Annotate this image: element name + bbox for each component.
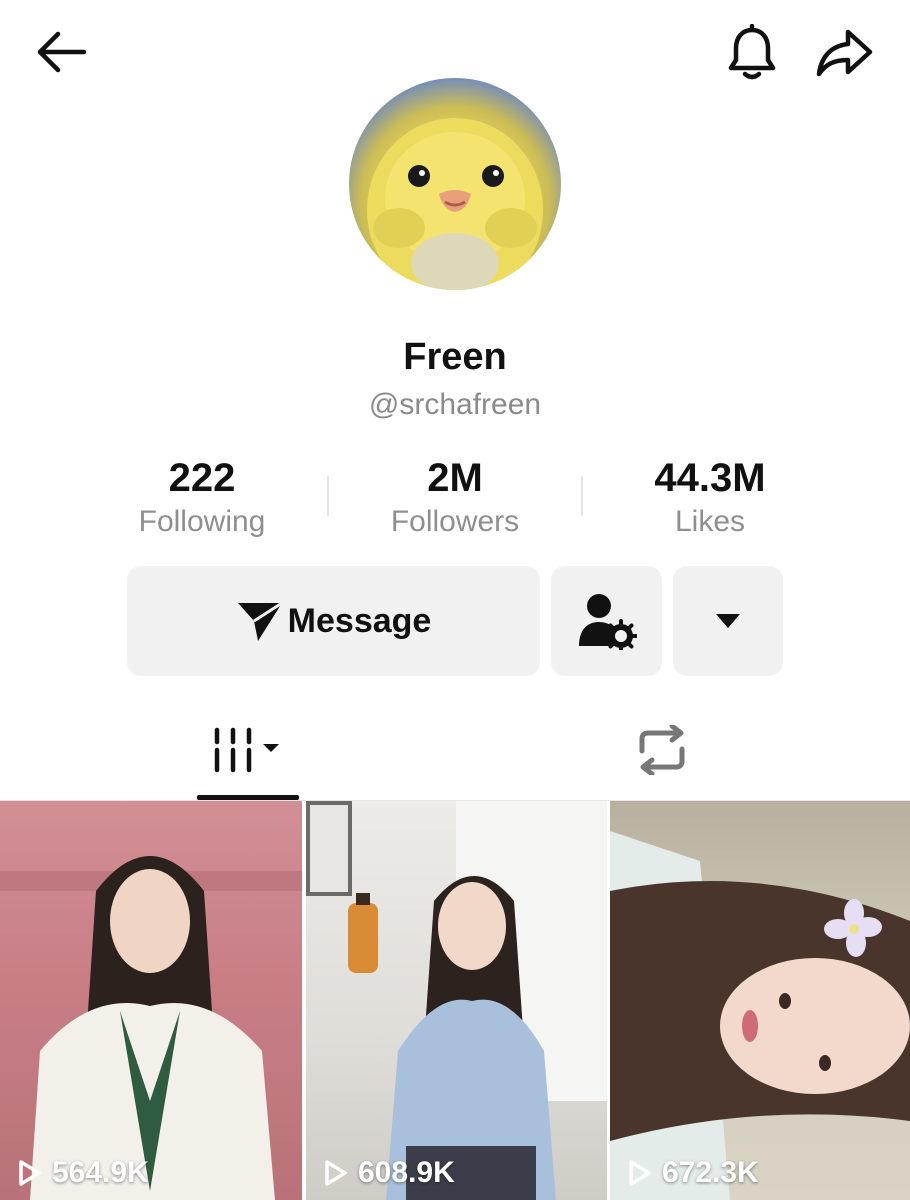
profile-handle: @srchafreen <box>368 388 542 421</box>
message-button-label: Message <box>287 601 432 640</box>
video-thumbnail[interactable]: 608.9K <box>306 801 607 1200</box>
profile-page: Freen @srchafreen 222 Following 2M Follo… <box>0 0 910 1200</box>
view-count: 608.9K <box>324 1156 455 1190</box>
video-thumbnail-image <box>0 856 302 1200</box>
avatar[interactable] <box>349 78 561 290</box>
play-outline-icon <box>629 1160 651 1186</box>
arrow-left-icon <box>37 31 87 73</box>
video-thumbnail[interactable]: 672.3K <box>610 801 910 1200</box>
view-count-text: 564.9K <box>52 1156 149 1189</box>
following-label: Following <box>138 505 266 538</box>
likes-count: 44.3M <box>654 456 766 500</box>
stat-divider <box>581 476 583 516</box>
likes-stat[interactable]: 44.3M Likes <box>590 454 830 542</box>
message-button[interactable]: Message <box>127 566 540 676</box>
back-button[interactable] <box>28 24 92 80</box>
play-outline-icon <box>19 1160 41 1186</box>
view-count-text: 608.9K <box>358 1156 455 1189</box>
view-count: 672.3K <box>628 1156 759 1190</box>
view-count: 564.9K <box>18 1156 149 1190</box>
share-arrow-icon <box>816 29 873 77</box>
tab-videos[interactable] <box>197 718 299 782</box>
chick-avatar-image <box>367 118 543 290</box>
notification-button[interactable] <box>720 22 784 84</box>
video-thumbnail-image <box>610 831 910 1200</box>
send-icon <box>237 601 283 641</box>
view-count-text: 672.3K <box>662 1156 759 1189</box>
grid-columns-icon <box>214 727 279 773</box>
tab-reposts[interactable] <box>620 718 704 782</box>
video-thumbnail[interactable]: 564.9K <box>0 801 302 1200</box>
followers-count: 2M <box>427 456 483 500</box>
stat-divider <box>327 476 329 516</box>
friend-settings-button[interactable] <box>551 566 662 676</box>
bell-icon <box>728 24 776 80</box>
play-outline-icon <box>325 1160 347 1186</box>
followers-stat[interactable]: 2M Followers <box>335 454 575 542</box>
video-thumbnail-image <box>306 801 607 1200</box>
user-settings-icon <box>578 594 637 650</box>
repost-icon <box>639 725 685 775</box>
following-count: 222 <box>168 456 236 500</box>
profile-name: Freen <box>403 336 507 378</box>
share-button[interactable] <box>810 22 878 84</box>
caret-down-icon <box>716 614 740 628</box>
likes-label: Likes <box>674 505 746 538</box>
following-stat[interactable]: 222 Following <box>82 454 322 542</box>
followers-label: Followers <box>390 505 520 538</box>
more-options-button[interactable] <box>673 566 783 676</box>
